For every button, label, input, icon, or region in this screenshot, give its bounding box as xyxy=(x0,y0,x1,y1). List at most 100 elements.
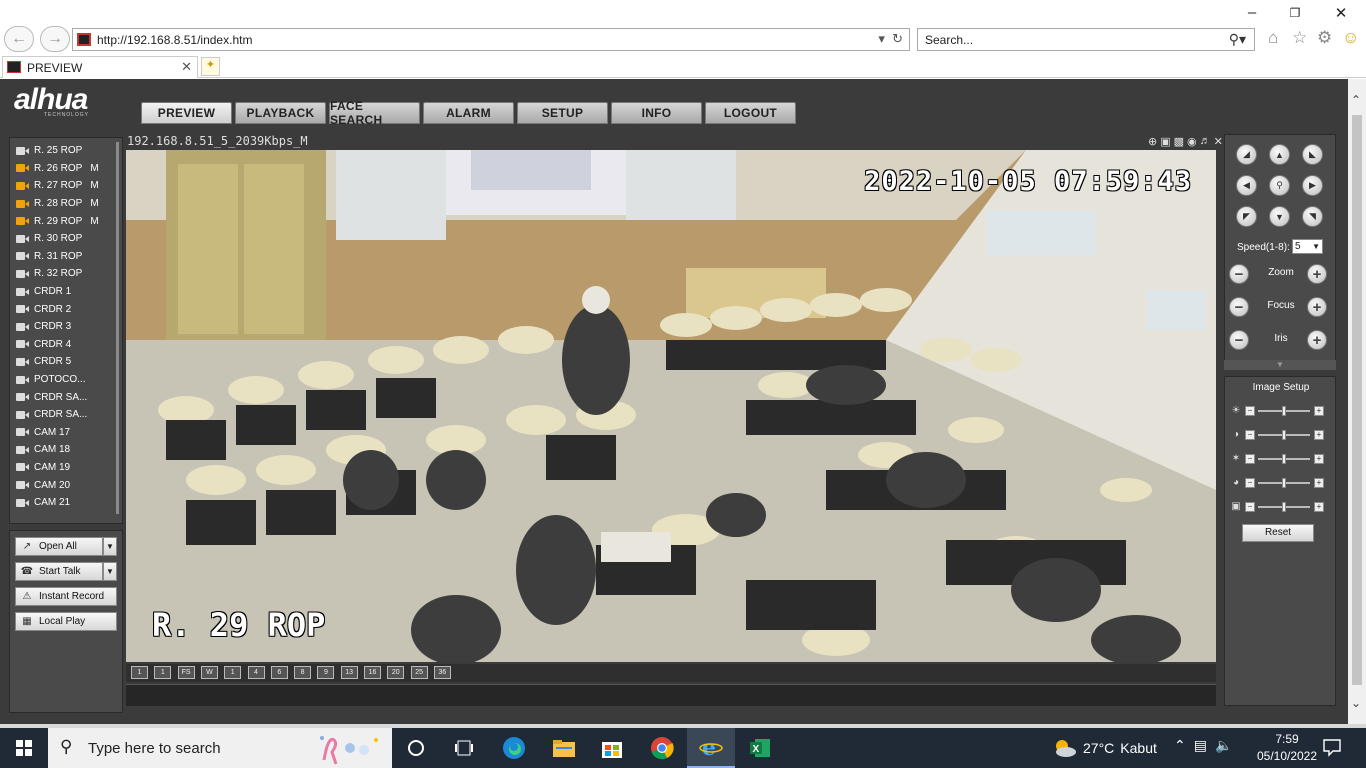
channel-item[interactable]: CRDR 1 xyxy=(10,283,116,301)
ptz-down-right-icon[interactable]: ◥ xyxy=(1302,206,1323,227)
slider-handle[interactable] xyxy=(1282,478,1286,488)
smiley-feedback-icon[interactable]: ☺ xyxy=(1342,28,1359,48)
refresh-icon[interactable]: ▾ ↻ xyxy=(878,31,903,47)
increase-button[interactable]: + xyxy=(1314,502,1324,512)
forward-button[interactable]: → xyxy=(40,26,70,52)
settings-gear-icon[interactable]: ⚙ xyxy=(1317,28,1332,48)
nav-tab-info[interactable]: INFO xyxy=(611,102,702,124)
instant-record-button[interactable]: ⚠ Instant Record xyxy=(15,587,117,606)
slider-handle[interactable] xyxy=(1282,454,1286,464)
channel-item[interactable]: R. 26 ROP M xyxy=(10,160,116,178)
close-window-button[interactable]: ✕ xyxy=(1331,4,1351,22)
open-all-dropdown[interactable]: ▼ xyxy=(103,537,117,556)
taskbar-clock[interactable]: 7:59 05/10/2022 xyxy=(1256,731,1318,765)
tab-close-icon[interactable]: ✕ xyxy=(181,59,192,75)
layout-button-25[interactable]: 25 xyxy=(410,666,428,679)
local-play-button[interactable]: ▦ Local Play xyxy=(15,612,117,631)
tray-chevron-up-icon[interactable]: ⌃ xyxy=(1174,737,1186,754)
page-scrollbar[interactable]: ⌃ ⌄ xyxy=(1348,79,1366,724)
home-icon[interactable]: ⌂ xyxy=(1268,28,1278,48)
channel-item[interactable]: POTOCO... xyxy=(10,371,116,389)
speed-select[interactable]: 5 ▼ xyxy=(1292,239,1323,254)
layout-button-6[interactable]: 6 xyxy=(270,666,288,679)
decrease-button[interactable]: − xyxy=(1245,430,1255,440)
reset-button[interactable]: Reset xyxy=(1242,524,1314,542)
channel-item[interactable]: CRDR SA... xyxy=(10,388,116,406)
layout-button-16[interactable]: 16 xyxy=(364,666,381,679)
nav-tab-alarm[interactable]: ALARM xyxy=(423,102,514,124)
decrease-button[interactable]: − xyxy=(1245,502,1255,512)
ptz-up-left-icon[interactable]: ◢ xyxy=(1236,144,1257,165)
layout-button-1[interactable]: 1 xyxy=(154,666,172,679)
channel-item[interactable]: CAM 19 xyxy=(10,459,116,477)
ptz-down-icon[interactable]: ▼ xyxy=(1269,206,1290,227)
ptz-left-icon[interactable]: ◀ xyxy=(1236,175,1257,196)
layout-button-w[interactable]: W xyxy=(200,666,218,679)
channel-item[interactable]: CRDR SA... xyxy=(10,406,116,424)
browser-search-input[interactable]: Search... ⚲▾ xyxy=(917,28,1255,51)
ptz-collapse-icon[interactable]: ▼ xyxy=(1224,360,1336,370)
channel-item[interactable]: R. 25 ROP xyxy=(10,142,116,160)
increase-button[interactable]: + xyxy=(1314,430,1324,440)
address-bar[interactable]: http://192.168.8.51/index.htm ▾ ↻ xyxy=(72,28,910,51)
channel-item[interactable]: R. 29 ROP M xyxy=(10,212,116,230)
channel-item[interactable]: CRDR 2 xyxy=(10,300,116,318)
channel-item[interactable]: CAM 20 xyxy=(10,476,116,494)
channel-item[interactable]: R. 31 ROP xyxy=(10,248,116,266)
camera-icon[interactable]: ◉ xyxy=(1187,135,1197,148)
focus-plus-button[interactable]: + xyxy=(1307,297,1327,317)
increase-button[interactable]: + xyxy=(1314,454,1324,464)
video-feed[interactable]: 2022-10-05 07:59:43 R. 29 ROP xyxy=(126,150,1216,662)
chrome-icon[interactable] xyxy=(638,728,686,768)
excel-icon[interactable]: X xyxy=(736,728,784,768)
layout-button-1[interactable]: 1 xyxy=(224,666,242,679)
edge-browser-icon[interactable] xyxy=(490,728,538,768)
scroll-down-icon[interactable]: ⌄ xyxy=(1351,696,1361,710)
layout-button-8[interactable]: 8 xyxy=(294,666,312,679)
new-tab-button[interactable]: ✦ xyxy=(201,57,220,76)
nav-tab-face-search[interactable]: FACE SEARCH xyxy=(329,99,420,127)
ptz-up-icon[interactable]: ▲ xyxy=(1269,144,1290,165)
channel-item[interactable]: R. 28 ROP M xyxy=(10,195,116,213)
layout-button-20[interactable]: 20 xyxy=(387,666,405,679)
nav-tab-logout[interactable]: LOGOUT xyxy=(705,102,796,124)
layout-button-9[interactable]: 9 xyxy=(317,666,335,679)
file-explorer-icon[interactable] xyxy=(540,728,588,768)
internet-explorer-icon[interactable]: e xyxy=(687,728,735,768)
network-icon[interactable]: ▤ xyxy=(1194,737,1207,754)
minimize-button[interactable]: – xyxy=(1242,4,1262,21)
cortana-icon[interactable] xyxy=(392,728,440,768)
audio-icon[interactable]: ♬ xyxy=(1200,135,1211,148)
layout-button-36[interactable]: 36 xyxy=(433,666,451,679)
record-icon[interactable]: ▩ xyxy=(1174,135,1184,148)
microsoft-store-icon[interactable] xyxy=(588,728,636,768)
notifications-icon[interactable] xyxy=(1322,737,1342,757)
zoom-minus-button[interactable]: − xyxy=(1229,264,1249,284)
zoom-icon[interactable]: ⊕ xyxy=(1148,135,1157,148)
layout-button-fs[interactable]: FS xyxy=(177,666,195,679)
favorites-star-icon[interactable]: ☆ xyxy=(1292,28,1307,48)
open-all-button[interactable]: ↗ Open All xyxy=(15,537,103,556)
nav-tab-preview[interactable]: PREVIEW xyxy=(141,102,232,124)
channel-item[interactable]: CRDR 4 xyxy=(10,336,116,354)
ptz-down-left-icon[interactable]: ◤ xyxy=(1236,206,1257,227)
iris-plus-button[interactable]: + xyxy=(1307,330,1327,350)
decrease-button[interactable]: − xyxy=(1245,454,1255,464)
ptz-3d-zoom-icon[interactable]: ⚲ xyxy=(1269,175,1290,196)
layout-button-1[interactable]: 1 xyxy=(131,666,148,679)
iris-minus-button[interactable]: − xyxy=(1229,330,1249,350)
channel-item[interactable]: CAM 21 xyxy=(10,494,116,512)
scrollbar-thumb[interactable] xyxy=(1352,115,1362,685)
scroll-up-icon[interactable]: ⌃ xyxy=(1351,93,1361,107)
weather-widget[interactable]: 27°C Kabut xyxy=(1053,738,1157,758)
decrease-button[interactable]: − xyxy=(1245,478,1255,488)
ptz-up-right-icon[interactable]: ◣ xyxy=(1302,144,1323,165)
focus-minus-button[interactable]: − xyxy=(1229,297,1249,317)
channel-item[interactable]: CRDR 3 xyxy=(10,318,116,336)
channel-list-scrollbar[interactable] xyxy=(116,142,119,514)
channel-item[interactable]: CRDR 5 xyxy=(10,353,116,371)
nav-tab-playback[interactable]: PLAYBACK xyxy=(235,102,326,124)
slider-handle[interactable] xyxy=(1282,430,1286,440)
start-talk-button[interactable]: ☎ Start Talk xyxy=(15,562,103,581)
decrease-button[interactable]: − xyxy=(1245,406,1255,416)
